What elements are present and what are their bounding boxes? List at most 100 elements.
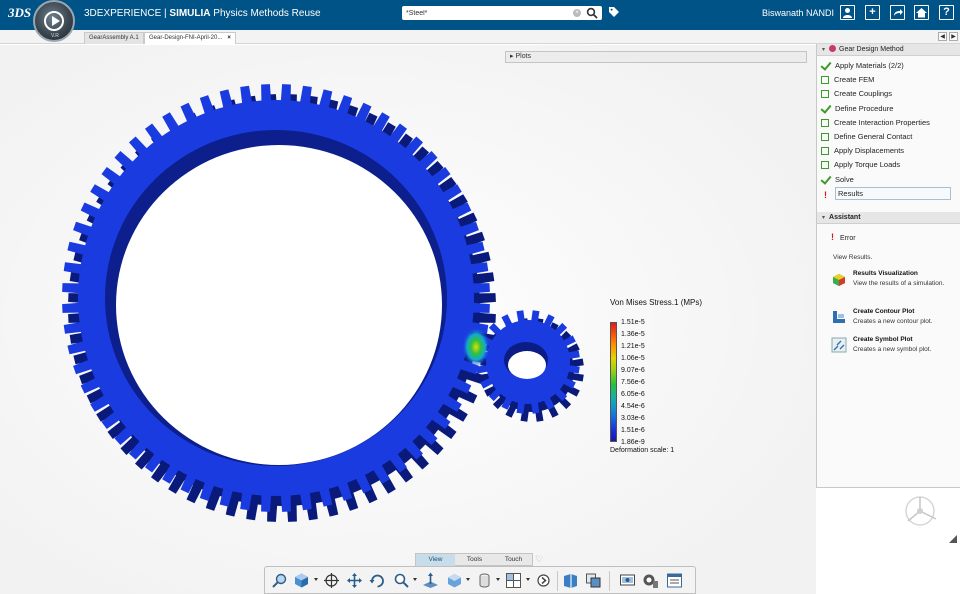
fit-all-icon[interactable] (323, 572, 340, 589)
pan-icon[interactable] (346, 572, 363, 589)
check-icon (821, 61, 830, 70)
view-results-text: View Results. (833, 254, 873, 261)
home-icon[interactable] (914, 5, 929, 20)
search-box: × (402, 6, 602, 20)
dropdown-caret-icon[interactable] (496, 578, 500, 581)
deformation-scale: Deformation scale: 1 (610, 447, 675, 454)
top-bar: 3DS 3DEXPERIENCE | SIMULIA Physics Metho… (0, 0, 960, 30)
method-step[interactable]: ! Results (821, 186, 955, 200)
method-step[interactable]: Apply Displacements (821, 144, 955, 157)
dropdown-caret-icon[interactable] (413, 578, 417, 581)
legend-color-bar (610, 322, 617, 442)
gear-model[interactable] (0, 45, 816, 594)
toolbar-separator (557, 571, 558, 591)
favorite-icon[interactable]: ♡ (535, 554, 543, 565)
compass-version: V.R (51, 33, 59, 39)
legend-value: 1.36e-5 (621, 331, 645, 338)
checkbox-icon (821, 76, 829, 85)
rotate-icon[interactable] (369, 572, 386, 589)
results-visualization-icon (833, 274, 845, 286)
gear-bore (116, 145, 442, 465)
zoom-icon[interactable] (393, 572, 410, 589)
render-style-icon[interactable] (562, 572, 579, 589)
compass-icon[interactable]: V.R (33, 0, 75, 42)
tab-prev-button[interactable]: ◀ (938, 32, 947, 41)
clear-search-icon[interactable]: × (573, 9, 581, 17)
legend-value: 7.56e-6 (621, 379, 645, 386)
legend-value: 1.21e-5 (621, 343, 645, 350)
assistant-error: ! Error (831, 232, 856, 242)
tab-gear-design[interactable]: Gear-Design-FNI-April-20... × (144, 32, 236, 44)
more-icon[interactable] (535, 572, 552, 589)
normal-view-icon[interactable] (422, 572, 439, 589)
viewport-3d[interactable]: Von Mises Stress.1 (MPs) 1.51e-5 1.36e-5… (0, 45, 816, 594)
view-cube-icon[interactable] (293, 572, 310, 589)
tab-view[interactable]: View (416, 554, 455, 566)
tab-next-button[interactable]: ▶ (949, 32, 958, 41)
legend-value: 1.51e-5 (621, 319, 645, 326)
document-tab-bar: GearAssembly A.1 Gear-Design-FNI-April-2… (0, 30, 960, 44)
action-bar-tabs: View Tools Touch (415, 553, 533, 566)
legend-value: 1.51e-6 (621, 427, 645, 434)
capture-icon[interactable] (619, 572, 636, 589)
search-input[interactable] (406, 7, 566, 19)
method-panel-header[interactable]: ▾ Gear Design Method (817, 44, 960, 56)
collapse-caret-icon[interactable]: ▾ (822, 212, 825, 224)
app-title: 3DEXPERIENCE | SIMULIA Physics Methods R… (84, 8, 321, 19)
tab-tools[interactable]: Tools (455, 554, 494, 566)
checkbox-icon (821, 147, 829, 156)
view-compass-icon[interactable] (902, 493, 942, 533)
method-step[interactable]: Create Couplings (821, 87, 955, 100)
stress-hotspot (462, 327, 490, 367)
checkbox-icon (821, 161, 829, 170)
legend-title: Von Mises Stress.1 (MPs) (610, 298, 703, 307)
dropdown-caret-icon[interactable] (314, 578, 318, 581)
checkbox-icon (821, 90, 829, 99)
method-icon (829, 45, 837, 52)
checkbox-icon (821, 133, 829, 141)
legend-value: 9.07e-6 (621, 367, 645, 374)
method-step[interactable]: Define Procedure (821, 102, 955, 115)
dropdown-caret-icon[interactable] (466, 578, 470, 581)
tab-touch[interactable]: Touch (494, 554, 533, 566)
profile-icon[interactable] (840, 5, 855, 20)
method-step[interactable]: Create FEM (821, 73, 955, 86)
legend-value: 6.05e-6 (621, 391, 645, 398)
tag-icon[interactable] (608, 6, 620, 18)
method-step[interactable]: Apply Torque Loads (821, 158, 955, 171)
add-icon[interactable]: + (865, 5, 880, 20)
check-icon (821, 104, 830, 113)
checkbox-icon (821, 118, 829, 127)
method-step[interactable]: Apply Materials (2/2) (821, 59, 955, 72)
hide-show-icon[interactable] (585, 572, 602, 589)
share-icon[interactable] (890, 5, 905, 20)
play-icon[interactable] (44, 11, 64, 31)
visualization-options-icon[interactable] (642, 572, 659, 589)
error-icon: ! (831, 232, 834, 242)
zoom-area-icon[interactable] (271, 572, 288, 589)
search-icon[interactable] (586, 7, 598, 19)
tab-gearassembly[interactable]: GearAssembly A.1 (84, 32, 144, 44)
pinion-bore (508, 351, 546, 379)
user-name[interactable]: Biswanath NANDI (762, 8, 834, 18)
properties-icon[interactable] (666, 572, 683, 589)
help-icon[interactable]: ? (939, 5, 954, 20)
collapse-caret-icon[interactable]: ▾ (822, 44, 825, 56)
cylinder-view-icon[interactable] (476, 572, 493, 589)
expand-caret-icon: ▸ (510, 53, 514, 60)
method-step[interactable]: Define General Contact (821, 130, 955, 143)
dropdown-caret-icon[interactable] (526, 578, 530, 581)
panel-resize-icon[interactable] (949, 535, 957, 543)
brand-logo[interactable]: 3DS (8, 5, 31, 21)
close-tab-icon[interactable]: × (227, 35, 231, 41)
legend-value: 4.54e-6 (621, 403, 645, 410)
legend-value: 1.06e-5 (621, 355, 645, 362)
toolbar-separator (609, 571, 610, 591)
assistant-header[interactable]: ▾ Assistant (817, 212, 960, 224)
plots-panel-header[interactable]: ▸ Plots (505, 51, 807, 63)
method-step[interactable]: Create Interaction Properties (821, 116, 955, 129)
method-panel: ▾ Gear Design Method Apply Materials (2/2… (816, 44, 960, 488)
method-step[interactable]: Solve (821, 173, 955, 186)
isometric-view-icon[interactable] (446, 572, 463, 589)
multi-view-icon[interactable] (505, 572, 522, 589)
